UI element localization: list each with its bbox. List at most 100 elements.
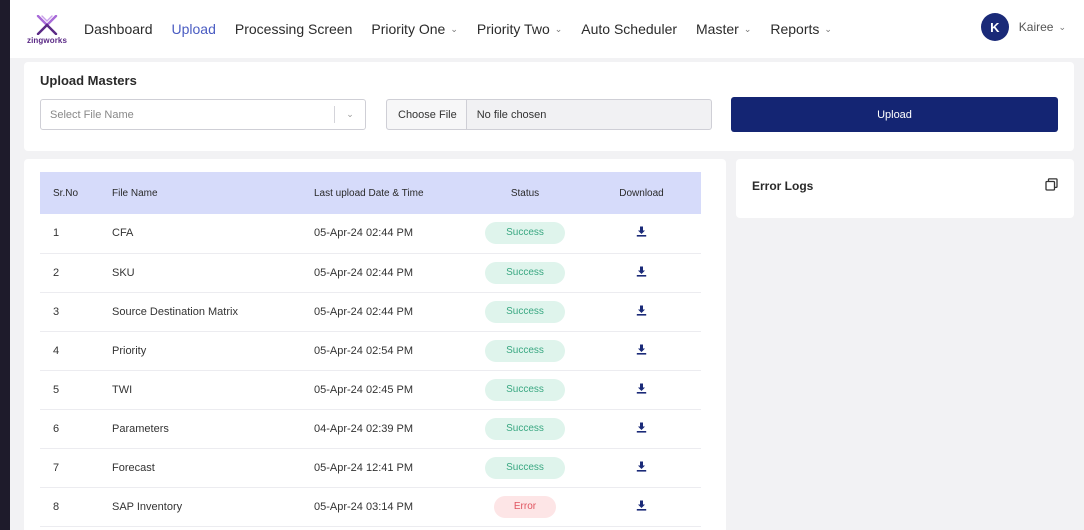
cell-status: Success [468,253,582,293]
status-badge: Success [485,417,565,440]
cell-status: Error [468,487,582,527]
table-row: 7 Forecast 05-Apr-24 12:41 PM Success [40,448,701,488]
cell-sr-no: 4 [40,331,112,371]
error-logs-title: Error Logs [752,179,814,193]
header-last-upload: Last upload Date & Time [314,172,468,214]
cell-file-name: CFA [112,214,314,254]
user-menu[interactable]: K Kairee ⌄ [980,13,1066,41]
zingworks-logo-icon [36,15,58,35]
cell-status: Success [468,292,582,332]
cell-status: Success [468,370,582,410]
status-badge: Success [485,261,565,284]
download-icon[interactable] [636,383,647,397]
chevron-down-icon: ⌄ [554,23,563,34]
cell-sr-no: 3 [40,292,112,332]
chevron-down-icon: ⌄ [450,23,458,34]
header-status: Status [468,172,582,214]
error-logs-panel: Error Logs [736,159,1074,218]
nav-item-master[interactable]: Master ⌄ [696,21,751,37]
nav-item-reports[interactable]: Reports ⌄ [770,21,832,37]
cell-sr-no: 1 [40,214,112,254]
upload-table: Sr.No File Name Last upload Date & Time … [40,172,701,527]
header-download: Download [582,172,701,214]
cell-status: Success [468,331,582,371]
status-badge: Error [494,495,556,518]
cell-upload-date: 04-Apr-24 02:39 PM [314,409,468,449]
chevron-down-icon: ⌄ [743,23,752,34]
cell-download [582,448,701,488]
table-row: 8 SAP Inventory 05-Apr-24 03:14 PM Error [40,487,701,527]
cell-download [582,487,701,527]
header-file-name: File Name [112,172,314,214]
file-input[interactable]: Choose File No file chosen [386,99,712,130]
no-file-text: No file chosen [476,108,547,121]
download-icon[interactable] [636,344,647,358]
cell-file-name: Priority [112,331,314,371]
status-badge: Success [485,300,565,323]
nav-item-priority-one[interactable]: Priority One ⌄ [371,21,457,37]
nav-item-label: Priority Two [476,21,550,37]
nav-item-priority-two[interactable]: Priority Two ⌄ [477,21,562,37]
cell-upload-date: 05-Apr-24 02:44 PM [314,253,468,293]
upload-button[interactable]: Upload [731,97,1058,132]
select-placeholder: Select File Name [50,108,134,121]
nav-item-label: Auto Scheduler [581,21,678,37]
download-icon[interactable] [636,422,647,436]
cell-upload-date: 05-Apr-24 12:41 PM [314,448,468,488]
cell-sr-no: 5 [40,370,112,410]
upload-masters-panel: Upload Masters Select File Name ⌄ Choose… [24,62,1074,151]
download-icon[interactable] [636,500,647,514]
table-row: 6 Parameters 04-Apr-24 02:39 PM Success [40,409,701,449]
file-name-select[interactable]: Select File Name ⌄ [40,99,366,130]
avatar[interactable]: K [980,13,1009,41]
cell-sr-no: 2 [40,253,112,293]
download-icon[interactable] [636,266,647,280]
cell-file-name: Parameters [112,409,314,449]
cell-upload-date: 05-Apr-24 02:54 PM [314,331,468,371]
download-icon[interactable] [636,226,647,240]
nav-item-upload[interactable]: Upload [172,21,216,37]
cell-status: Success [468,214,582,254]
chevron-down-icon: ⌄ [824,23,832,34]
cell-file-name: SKU [112,253,314,293]
nav-item-processing-screen[interactable]: Processing Screen [235,21,353,37]
cell-download [582,214,701,254]
table-row: 2 SKU 05-Apr-24 02:44 PM Success [40,253,701,293]
cell-file-name: Forecast [112,448,314,488]
nav-item-label: Dashboard [84,21,153,37]
status-badge: Success [485,222,565,245]
nav-item-auto-scheduler[interactable]: Auto Scheduler [581,21,677,37]
app-window: zingworks Dashboard Upload Processing Scre… [10,0,1084,530]
main-menu: Dashboard Upload Processing Screen Priority… [84,21,851,37]
logo-text: zingworks [26,36,68,45]
upload-history-panel: Sr.No File Name Last upload Date & Time … [24,159,726,530]
cell-upload-date: 05-Apr-24 02:44 PM [314,292,468,332]
cell-sr-no: 8 [40,487,112,527]
cell-download [582,253,701,293]
copy-icon[interactable] [1045,178,1058,191]
user-name[interactable]: Kairee [1019,20,1054,34]
cell-status: Success [468,448,582,488]
top-nav: zingworks Dashboard Upload Processing Scre… [10,0,1084,58]
nav-item-label: Priority One [371,21,446,37]
chevron-down-icon[interactable]: ⌄ [1058,22,1066,33]
cell-download [582,409,701,449]
table-row: 5 TWI 05-Apr-24 02:45 PM Success [40,370,701,410]
status-badge: Success [485,456,565,479]
cell-file-name: TWI [112,370,314,410]
header-sr-no: Sr.No [40,172,112,214]
table-header-row: Sr.No File Name Last upload Date & Time … [40,172,701,214]
chevron-down-icon[interactable]: ⌄ [335,109,365,120]
cell-upload-date: 05-Apr-24 02:45 PM [314,370,468,410]
status-badge: Success [485,378,565,401]
download-icon[interactable] [636,461,647,475]
logo[interactable]: zingworks [26,15,68,45]
cell-download [582,292,701,332]
status-badge: Success [485,339,565,362]
nav-item-dashboard[interactable]: Dashboard [84,21,153,37]
nav-item-label: Master [696,21,739,37]
choose-file-button[interactable]: Choose File [387,100,467,129]
panel-title: Upload Masters [40,73,137,88]
cell-upload-date: 05-Apr-24 03:14 PM [314,487,468,527]
download-icon[interactable] [636,305,647,319]
